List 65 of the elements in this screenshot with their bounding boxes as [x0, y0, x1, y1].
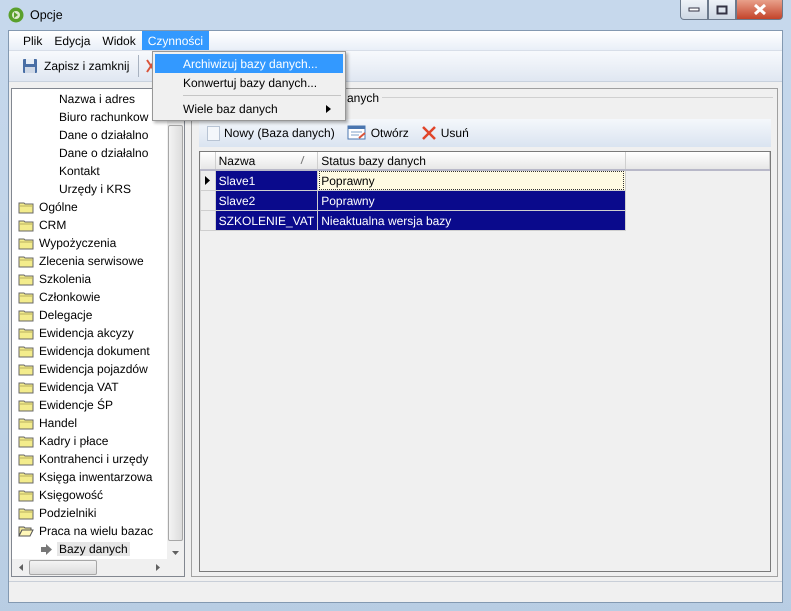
menu-item[interactable]: Widok [96, 31, 142, 50]
tree-item[interactable]: Szkolenia [37, 272, 94, 286]
close-icon [752, 4, 766, 15]
scroll-down-icon[interactable] [172, 551, 179, 555]
maximize-icon [716, 4, 728, 14]
new-button[interactable]: Nowy (Baza danych) [207, 126, 335, 140]
tree-item[interactable]: Wypożyczenia [37, 236, 118, 250]
save-close-button[interactable]: Zapisz i zamknij [19, 56, 132, 76]
scroll-left-icon[interactable] [19, 564, 23, 571]
table-cell[interactable]: SZKOLENIE_VAT [215, 210, 318, 230]
table-cell[interactable]: Slave2 [215, 190, 318, 210]
tree-item[interactable]: Ewidencja dokument [37, 344, 152, 358]
tree-item[interactable]: Kontakt [57, 164, 102, 178]
tree-item[interactable]: Delegacje [37, 308, 94, 322]
tree-item[interactable]: Ewidencja pojazdów [37, 362, 150, 376]
tree-item[interactable]: Dane o działalno [57, 146, 150, 160]
table-cell[interactable]: Poprawny [318, 190, 626, 210]
menu-item[interactable]: Wiele baz danych [155, 99, 343, 118]
column-header[interactable]: Nazwa [215, 152, 318, 170]
tree-item[interactable]: CRM [37, 218, 68, 232]
tree-item[interactable]: Bazy danych [57, 542, 130, 556]
minimize-button[interactable] [680, 0, 708, 20]
menu-item[interactable]: Konwertuj bazy danych... [155, 73, 343, 92]
floppy-icon [22, 58, 38, 74]
document-icon [207, 126, 220, 140]
close-button[interactable] [736, 0, 783, 20]
tree-item[interactable]: Dane o działalno [57, 128, 150, 142]
form-icon [346, 125, 367, 141]
delete-button[interactable]: Usuń [420, 125, 469, 141]
submenu-arrow-icon [326, 105, 331, 113]
tree-item[interactable]: Handel [37, 416, 80, 430]
group-title: anych [344, 91, 382, 105]
tree-item[interactable]: Biuro rachunkow [57, 110, 150, 124]
tree-item[interactable]: Ogólne [37, 200, 80, 214]
tree-item[interactable]: Urzędy i KRS [57, 182, 134, 196]
tree-item[interactable]: Podzielniki [37, 506, 98, 520]
table-cell[interactable]: Slave1 [215, 170, 318, 190]
tree-item[interactable]: Kadry i płace [37, 434, 110, 448]
table-cell[interactable]: Nieaktualna wersja bazy [318, 210, 626, 230]
open-button[interactable]: Otwórz [346, 125, 409, 141]
tree-item[interactable]: Księgowość [37, 488, 106, 502]
maximize-button[interactable] [708, 0, 736, 20]
tree-item[interactable]: Praca na wielu bazac [37, 524, 156, 538]
sort-icon [300, 156, 306, 164]
arrow-icon [40, 544, 52, 554]
horizontal-scrollbar[interactable] [12, 559, 184, 576]
app-icon [8, 7, 24, 23]
tree-item[interactable]: Członkowie [37, 290, 102, 304]
tree-item[interactable]: Księga inwentarzowa [37, 470, 154, 484]
tree-item[interactable]: Ewidencja akcyzy [37, 326, 136, 340]
tree-item[interactable]: Nazwa i adres [57, 92, 138, 106]
menu-item[interactable]: Plik [17, 31, 48, 50]
column-header[interactable]: Status bazy danych [318, 152, 626, 170]
scroll-right-icon[interactable] [156, 564, 160, 571]
menu-item[interactable]: Edycja [48, 31, 96, 50]
delete-icon [420, 125, 437, 141]
tree-item[interactable]: Kontrahenci i urzędy [37, 452, 150, 466]
minimize-icon [688, 6, 700, 12]
tree-item[interactable]: Zlecenia serwisowe [37, 254, 146, 268]
table-cell[interactable]: Poprawny [318, 170, 626, 190]
scrollbar-thumb[interactable] [168, 125, 183, 541]
scrollbar-thumb[interactable] [29, 560, 97, 575]
tree-item[interactable]: Ewidencje ŚP [37, 398, 116, 412]
tree-item[interactable]: Ewidencja VAT [37, 380, 121, 394]
window-title: Opcje [30, 8, 63, 22]
